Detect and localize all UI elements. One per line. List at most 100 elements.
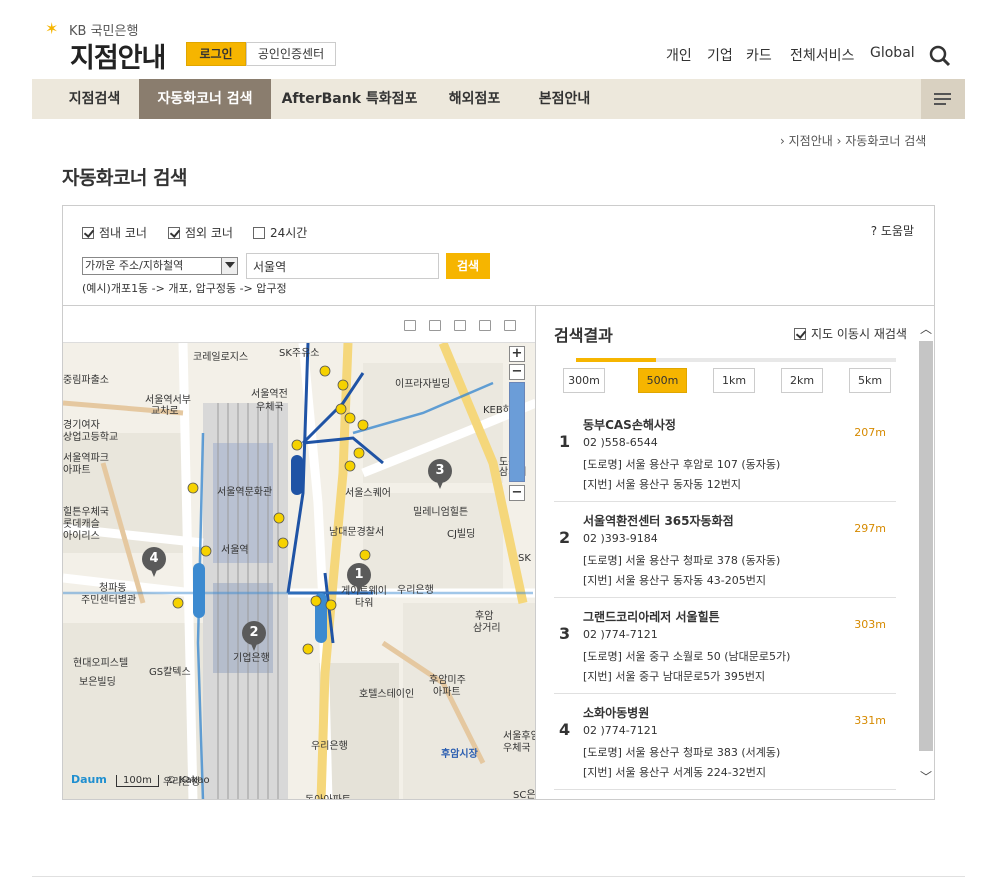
map-toolbar — [63, 306, 535, 343]
result-item[interactable]: 2 서울역환전센터 365자동화점 02 )393-9184 [도로명] 서울 … — [554, 502, 896, 598]
result-name[interactable]: 서울역환전센터 365자동화점 — [583, 512, 734, 529]
print-icon[interactable] — [429, 320, 441, 331]
map-label: 밀레니엄힐튼 — [413, 507, 469, 518]
map-scale: Daum 100m © Kakao — [71, 773, 210, 787]
result-phone: 02 )774-7121 — [583, 628, 658, 641]
menu-headquarters[interactable]: 본점안내 — [522, 79, 607, 119]
map-canvas[interactable]: 코레일로지스 SK주유소 중림파출소 서울역전 우체국 이프라자빌딩 서울역서부… — [63, 343, 535, 799]
result-name[interactable]: 동부CAS손해사정 — [583, 416, 676, 433]
map-panel: 코레일로지스 SK주유소 중림파출소 서울역전 우체국 이프라자빌딩 서울역서부… — [62, 305, 535, 800]
result-name[interactable]: 그랜드코리아레저 서울힐튼 — [583, 608, 720, 625]
zoom-out-mini-button[interactable]: − — [509, 364, 525, 380]
top-nav-global[interactable]: Global — [870, 45, 915, 61]
menu-overseas[interactable]: 해외점포 — [432, 79, 517, 119]
zoom-out-button[interactable]: − — [509, 485, 525, 501]
result-phone: 02 )558-6544 — [583, 436, 658, 449]
search-button[interactable]: 검색 — [446, 253, 490, 279]
help-link[interactable]: ? 도움말 — [871, 222, 914, 239]
result-distance: 331m — [854, 714, 886, 727]
distance-5km-button[interactable]: 5km — [849, 368, 891, 393]
save-icon[interactable] — [404, 320, 416, 331]
map-label: 상업고등학교 — [63, 432, 119, 443]
result-title: 검색결과 — [554, 326, 613, 345]
login-button[interactable]: 로그인 — [186, 42, 246, 66]
chevron-down-icon[interactable]: ﹀ — [920, 771, 932, 783]
breadcrumb-item[interactable]: 지점안내 — [789, 134, 833, 148]
result-name[interactable]: 소화아동병원 — [583, 704, 649, 721]
map-pin[interactable]: 1 — [347, 563, 371, 597]
cert-center-button[interactable]: 공인인증센터 — [246, 42, 336, 66]
result-item[interactable]: 4 소화아동병원 02 )774-7121 [도로명] 서울 용산구 청파로 3… — [554, 694, 896, 790]
chevron-down-icon[interactable] — [221, 258, 237, 274]
result-distance: 297m — [854, 522, 886, 535]
map-label: 서울역 — [221, 545, 249, 556]
kb-star-icon: ✶ — [45, 18, 59, 38]
map-label: 보은빌딩 — [79, 677, 116, 688]
map-label: 현대오피스텔 — [73, 658, 129, 669]
distance-300m-button[interactable]: 300m — [563, 368, 605, 393]
map-label: 삼거리 — [473, 623, 501, 634]
top-nav-business[interactable]: 기업 — [707, 45, 733, 65]
map-label: CJ빌딩 — [447, 529, 476, 540]
checkbox[interactable] — [794, 327, 806, 340]
checkbox-outdoor-corner[interactable]: 점외 코너 — [168, 224, 233, 241]
zoom-in-button[interactable]: + — [509, 346, 525, 362]
scrollbar-thumb[interactable] — [919, 341, 933, 751]
breadcrumb: › 지점안내 › 자동화코너 검색 — [780, 134, 927, 148]
zoom-slider[interactable] — [509, 382, 525, 482]
main-menu: 지점검색 자동화코너 검색 AfterBank 특화점포 해외점포 본점안내 — [32, 79, 965, 119]
top-nav-card[interactable]: 카드 — [746, 45, 772, 65]
search-type-select[interactable]: 가까운 주소/지하철역 — [82, 257, 238, 275]
menu-afterbank[interactable]: AfterBank 특화점포 — [277, 79, 422, 119]
result-item[interactable]: 3 그랜드코리아레저 서울힐튼 02 )774-7121 [도로명] 서울 중구… — [554, 598, 896, 694]
map-copyright: © Kakao — [166, 775, 210, 786]
map-label: 우리은행 — [397, 585, 434, 596]
checkbox-24h[interactable]: 24시간 — [253, 224, 307, 241]
result-road-address: [도로명] 서울 용산구 청파로 383 (서계동) — [583, 746, 781, 759]
checkbox[interactable] — [168, 226, 180, 239]
top-nav-all-services[interactable]: 전체서비스 — [790, 45, 854, 65]
checkbox[interactable] — [82, 226, 94, 239]
map-pin[interactable]: 2 — [242, 621, 266, 655]
map-pin[interactable]: 4 — [142, 547, 166, 581]
keyword-input[interactable]: 서울역 — [246, 253, 439, 279]
redo-search-toggle[interactable]: 지도 이동시 재검색 — [794, 325, 907, 342]
map-label: 코레일로지스 — [193, 352, 249, 363]
refresh-icon[interactable] — [504, 320, 516, 331]
result-distance: 303m — [854, 618, 886, 631]
distance-2km-button[interactable]: 2km — [781, 368, 823, 393]
map-label: 남대문경찰서 — [329, 527, 385, 538]
map-label: 아파트 — [63, 465, 91, 476]
chevron-up-icon[interactable]: ︿ — [920, 323, 932, 335]
result-item[interactable]: 1 동부CAS손해사정 02 )558-6544 [도로명] 서울 용산구 후암… — [554, 406, 896, 502]
map-label: 아이리스 — [63, 531, 100, 542]
map-label: GS칼텍스 — [149, 667, 191, 678]
result-phone: 02 )774-7121 — [583, 724, 658, 737]
breadcrumb-item[interactable]: 자동화코너 검색 — [845, 134, 926, 148]
checkbox-indoor-corner[interactable]: 점내 코너 — [82, 224, 147, 241]
search-icon[interactable] — [929, 45, 951, 67]
daum-logo: Daum — [71, 773, 107, 786]
map-label: 이프라자빌딩 — [395, 379, 451, 390]
result-scrollbar[interactable]: ︿ ﹀ — [918, 319, 934, 794]
result-phone: 02 )393-9184 — [583, 532, 658, 545]
checkbox[interactable] — [253, 226, 265, 239]
hamburger-menu-icon[interactable] — [921, 79, 965, 119]
map-label: 서울역문화관 — [217, 487, 273, 498]
map-label: 아파트 — [433, 687, 461, 698]
menu-atm-search[interactable]: 자동화코너 검색 — [139, 79, 271, 119]
map-label: 우체국 — [256, 402, 284, 413]
distance-500m-button[interactable]: 500m — [638, 368, 687, 393]
top-nav-personal[interactable]: 개인 — [666, 45, 692, 65]
distance-1km-button[interactable]: 1km — [713, 368, 755, 393]
page-title: 자동화코너 검색 — [62, 167, 187, 189]
map-label: SK — [518, 553, 531, 564]
map-type-icon[interactable] — [454, 320, 466, 331]
map-pin[interactable]: 3 — [428, 459, 452, 493]
result-distance: 207m — [854, 426, 886, 439]
result-lot-address: [지번] 서울 용산구 동자동 43-205번지 — [583, 574, 766, 587]
site-title: 지점안내 — [70, 43, 166, 74]
capture-icon[interactable] — [479, 320, 491, 331]
map-label: 교차로 — [151, 406, 179, 417]
menu-branch-search[interactable]: 지점검색 — [52, 79, 137, 119]
